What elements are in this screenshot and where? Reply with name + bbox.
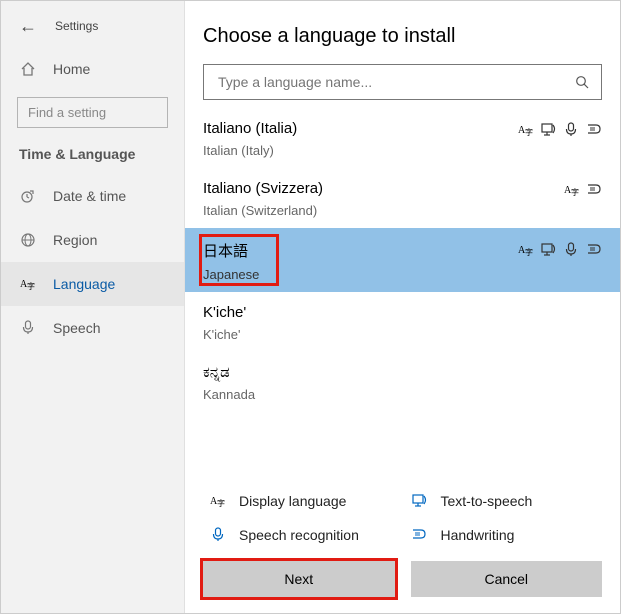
language-search[interactable] xyxy=(203,64,602,100)
app-title: Settings xyxy=(55,19,98,33)
tts-icon xyxy=(411,493,429,509)
sidebar-item-label: Region xyxy=(53,232,97,248)
sidebar-section-header: Time & Language xyxy=(1,136,184,172)
language-feature-icons xyxy=(564,182,602,197)
sidebar-item-language[interactable]: Language xyxy=(1,262,184,306)
language-item[interactable]: K'iche' K'iche' xyxy=(185,292,620,352)
find-setting-placeholder: Find a setting xyxy=(28,105,106,120)
language-item[interactable]: ಕನ್ನಡ Kannada xyxy=(185,352,620,412)
speech-icon xyxy=(564,122,579,137)
search-icon xyxy=(575,75,589,89)
legend-display: Display language xyxy=(209,489,395,513)
language-item[interactable]: Italiano (Svizzera) Italian (Switzerland) xyxy=(185,168,620,228)
language-native-name: ಕನ್ನಡ xyxy=(203,364,602,381)
display-icon xyxy=(518,122,533,137)
handwriting-icon xyxy=(587,242,602,257)
legend-speech: Speech recognition xyxy=(209,523,395,547)
display-icon xyxy=(564,182,579,197)
language-english-name: Italian (Switzerland) xyxy=(203,203,602,218)
home-icon xyxy=(19,61,37,77)
dialog-title: Choose a language to install xyxy=(185,1,620,64)
language-feature-icons xyxy=(518,242,602,257)
legend-tts: Text-to-speech xyxy=(411,489,597,513)
find-setting-input[interactable]: Find a setting xyxy=(17,97,168,128)
clock-icon xyxy=(19,188,37,204)
language-item[interactable]: 日本語Japanese xyxy=(185,228,620,292)
handwriting-icon xyxy=(587,182,602,197)
sidebar-item-label: Language xyxy=(53,276,115,292)
speech-recognition-icon xyxy=(209,527,227,543)
language-search-input[interactable] xyxy=(216,73,575,91)
sidebar-home[interactable]: Home xyxy=(1,47,184,91)
next-button[interactable]: Next xyxy=(203,561,395,597)
language-native-name: K'iche' xyxy=(203,304,602,321)
legend-handwriting: Handwriting xyxy=(411,523,597,547)
legend-label: Text-to-speech xyxy=(441,493,533,509)
globe-icon xyxy=(19,232,37,248)
legend-label: Handwriting xyxy=(441,527,515,543)
cancel-button[interactable]: Cancel xyxy=(411,561,603,597)
sidebar-home-label: Home xyxy=(53,61,90,77)
tts-icon xyxy=(541,242,556,257)
feature-legend: Display language Text-to-speech Speech r… xyxy=(185,473,620,561)
dialog-panel: Choose a language to install Italiano (I… xyxy=(185,1,620,613)
tts-icon xyxy=(541,122,556,137)
language-list[interactable]: Italiano (Italia)Italian (Italy)Italiano… xyxy=(185,108,620,473)
language-english-name: Kannada xyxy=(203,387,602,402)
language-native-name: Italiano (Svizzera) xyxy=(203,180,602,197)
back-row[interactable]: ← Settings xyxy=(1,13,184,47)
sidebar-item-speech[interactable]: Speech xyxy=(1,306,184,350)
language-feature-icons xyxy=(518,122,602,137)
sidebar: ← Settings Home Find a setting Time & La… xyxy=(1,1,185,613)
dialog-footer: Next Cancel xyxy=(185,561,620,613)
language-english-name: Italian (Italy) xyxy=(203,143,602,158)
handwriting-icon xyxy=(587,122,602,137)
sidebar-item-region[interactable]: Region xyxy=(1,218,184,262)
legend-label: Speech recognition xyxy=(239,527,359,543)
sidebar-item-label: Date & time xyxy=(53,188,126,204)
sidebar-item-date-time[interactable]: Date & time xyxy=(1,174,184,218)
display-icon xyxy=(518,242,533,257)
legend-label: Display language xyxy=(239,493,346,509)
language-english-name: K'iche' xyxy=(203,327,602,342)
language-item[interactable]: Italiano (Italia)Italian (Italy) xyxy=(185,108,620,168)
mic-icon xyxy=(19,320,37,336)
back-arrow-icon: ← xyxy=(19,17,37,35)
display-language-icon xyxy=(209,493,227,509)
sidebar-item-label: Speech xyxy=(53,320,100,336)
handwriting-icon xyxy=(411,527,429,543)
language-english-name: Japanese xyxy=(203,267,602,282)
language-icon xyxy=(19,276,37,292)
speech-icon xyxy=(564,242,579,257)
